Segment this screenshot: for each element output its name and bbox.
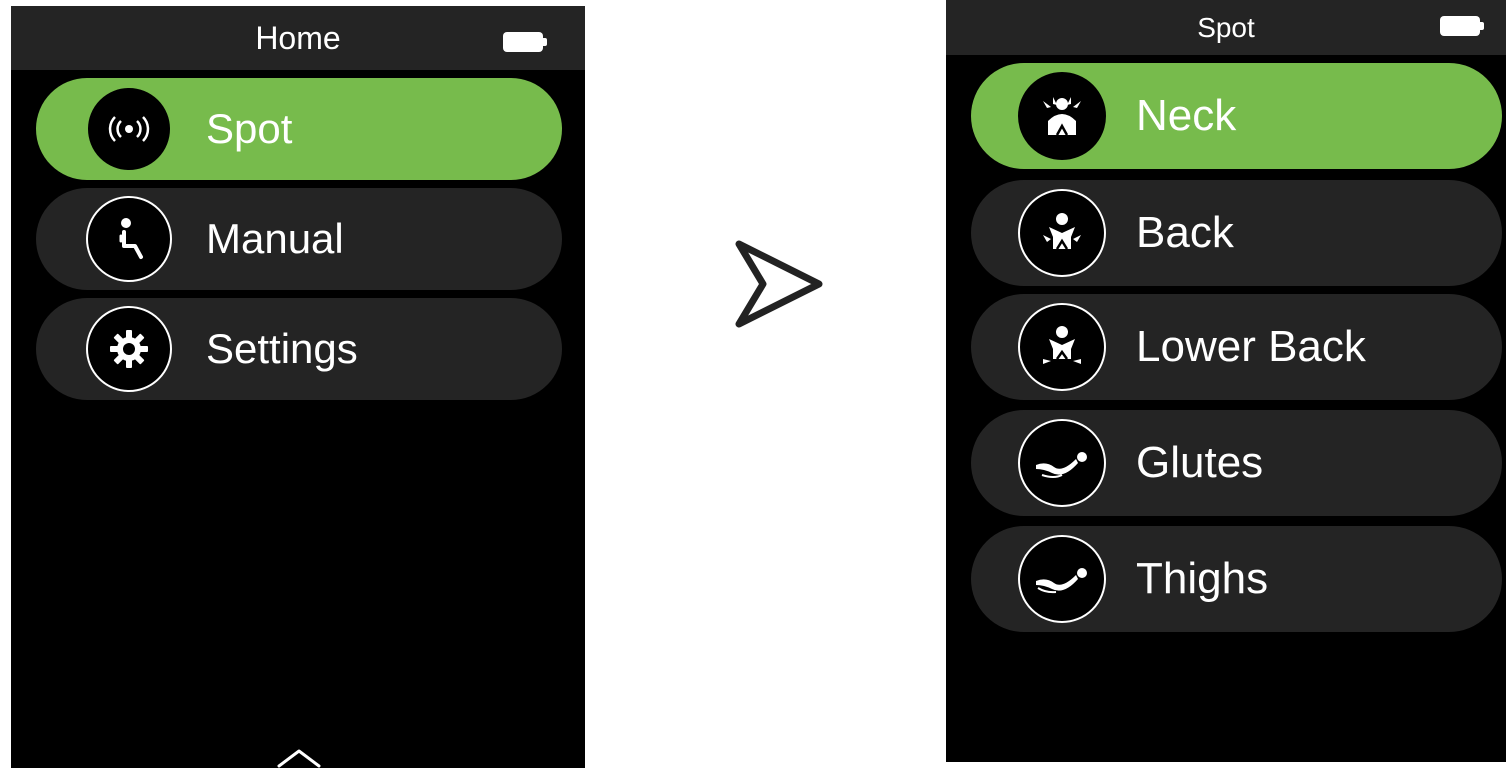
spot-screen: Spot Neck Back Lower Back Glutes Thighs: [946, 0, 1506, 762]
menu-item-back[interactable]: Back: [971, 180, 1502, 286]
settings-gear-icon: [86, 306, 172, 392]
manual-icon: [86, 196, 172, 282]
spot-icon: [88, 88, 170, 170]
menu-item-lower-back[interactable]: Lower Back: [971, 294, 1502, 400]
menu-item-manual[interactable]: Manual: [36, 188, 562, 290]
screen-title: Home: [255, 19, 341, 56]
menu-item-label: Back: [1136, 208, 1234, 257]
menu-item-thighs[interactable]: Thighs: [971, 526, 1502, 632]
menu-item-label: Settings: [206, 325, 358, 372]
menu-item-label: Neck: [1136, 91, 1237, 140]
chevron-up-icon[interactable]: [276, 746, 322, 768]
navigation-arrow-icon: [735, 240, 823, 328]
glutes-icon: [1018, 419, 1106, 507]
battery-icon: [503, 32, 547, 52]
status-bar: Home: [11, 6, 585, 70]
back-icon: [1018, 189, 1106, 277]
menu-item-neck[interactable]: Neck: [971, 63, 1502, 169]
menu-item-spot[interactable]: Spot: [36, 78, 562, 180]
menu-item-settings[interactable]: Settings: [36, 298, 562, 400]
menu-item-label: Spot: [206, 105, 293, 152]
thighs-icon: [1018, 535, 1106, 623]
menu-item-label: Thighs: [1136, 554, 1269, 603]
menu-item-label: Lower Back: [1136, 322, 1366, 371]
menu-item-label: Glutes: [1136, 438, 1264, 487]
neck-icon: [1018, 72, 1106, 160]
lower-back-icon: [1018, 303, 1106, 391]
home-screen: Home Spot Manual Settings: [11, 6, 585, 768]
menu-item-label: Manual: [206, 215, 344, 262]
menu-item-glutes[interactable]: Glutes: [971, 410, 1502, 516]
battery-icon: [1440, 16, 1484, 36]
status-bar: Spot: [946, 0, 1506, 55]
screen-title: Spot: [1197, 11, 1255, 43]
